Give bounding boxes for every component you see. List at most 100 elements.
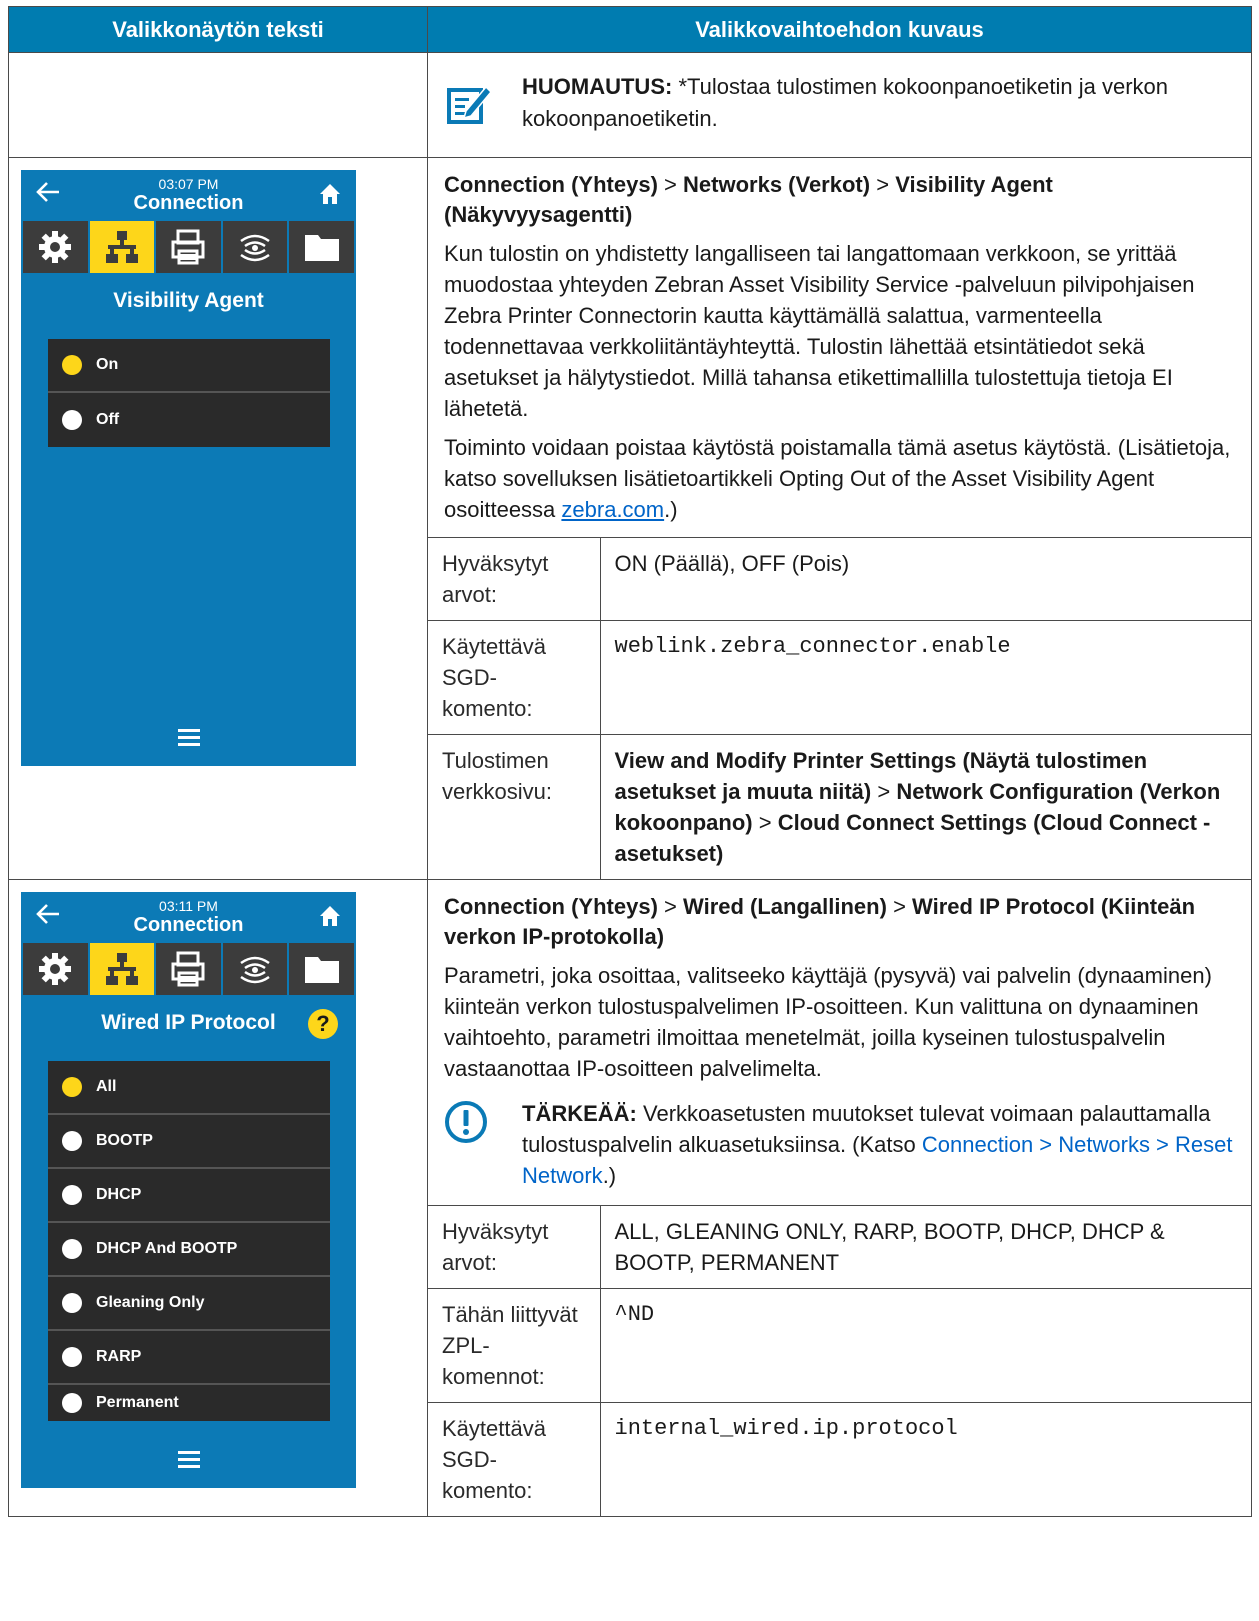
zpl-commands-label: Tähän liittyvät ZPL-komennot: — [428, 1288, 601, 1403]
option-label: RARP — [96, 1348, 142, 1365]
option-all[interactable]: All — [48, 1061, 330, 1115]
sgd-command-label: Käytettävä SGD-komento: — [428, 620, 601, 735]
description: Parametri, joka osoittaa, valitseeko käy… — [444, 963, 1212, 1081]
table-row: Käytettävä SGD-komento: weblink.zebra_co… — [428, 620, 1251, 735]
zebra-link[interactable]: zebra.com — [561, 497, 664, 522]
sgd-command-label: Käytettävä SGD-komento: — [428, 1402, 601, 1516]
tab-print[interactable] — [156, 221, 221, 273]
zpl-command: ^ND — [600, 1288, 1251, 1403]
gear-icon — [39, 231, 72, 263]
gear-icon — [39, 953, 72, 985]
screen-time: 03:07 PM — [158, 176, 219, 192]
description-opt-out: Toiminto voidaan poistaa käytöstä poista… — [444, 435, 1231, 522]
option-bootp[interactable]: BOOTP — [48, 1115, 330, 1169]
screen-tab-bar — [21, 221, 356, 273]
table-row: Hyväksytyt arvot: ON (Päällä), OFF (Pois… — [428, 537, 1251, 621]
note-box: HUOMAUTUS: *Tulostaa tulostimen kokoonpa… — [428, 53, 1251, 149]
screen-time: 03:11 PM — [159, 898, 218, 914]
table-row: Käytettävä SGD-komento: internal_wired.i… — [428, 1402, 1251, 1516]
tab-sensor[interactable] — [222, 943, 288, 995]
empty-cell — [8, 52, 428, 158]
option-on[interactable]: On — [48, 339, 330, 393]
folder-icon — [304, 235, 339, 261]
radio-icon — [62, 410, 82, 430]
printer-web-page-label: Tulostimen verkkosivu: — [428, 734, 601, 879]
tab-connection[interactable] — [89, 943, 155, 995]
sgd-command: internal_wired.ip.protocol — [600, 1402, 1251, 1516]
important-exclamation-icon — [445, 1101, 487, 1143]
description: Kun tulostin on yhdistetty langalliseen … — [444, 241, 1195, 421]
home-icon[interactable] — [318, 904, 342, 928]
option-dhcp-and-bootp[interactable]: DHCP And BOOTP — [48, 1223, 330, 1277]
menu-path: Connection (Yhteys) > Wired (Langallinen… — [444, 894, 1196, 949]
radio-selected-icon — [62, 1077, 82, 1097]
tab-storage[interactable] — [289, 943, 354, 995]
option-rarp[interactable]: RARP — [48, 1331, 330, 1385]
option-list: All BOOTP DHCP DHCP And BOOTP Gleaning O… — [48, 1061, 330, 1421]
table-row: Tulostimen verkkosivu: View and Modify P… — [428, 734, 1251, 879]
tab-sensor[interactable] — [222, 221, 288, 273]
folder-icon — [304, 957, 339, 983]
option-label: Permanent — [96, 1394, 179, 1411]
printer-web-page-path: View and Modify Printer Settings (Näytä … — [600, 734, 1251, 879]
wired-ip-protocol-screen: 03:11 PM Connection Wired IP Protocol ? … — [21, 892, 356, 1488]
radio-icon — [62, 1131, 82, 1151]
menu-path: Connection (Yhteys) > Networks (Verkot) … — [444, 172, 1053, 227]
radio-icon — [62, 1347, 82, 1367]
visibility-agent-screen: 03:07 PM Connection Visibility Agent On … — [21, 170, 356, 766]
header-menu-description: Valikkovaihtoehdon kuvaus — [427, 6, 1252, 53]
visibility-agent-row: 03:07 PM Connection Visibility Agent On … — [8, 157, 1252, 880]
header-menu-text: Valikkonäytön teksti — [8, 6, 428, 53]
option-list: On Off — [48, 339, 330, 447]
screen-title: Connection — [133, 914, 244, 936]
important-label: TÄRKEÄÄ: — [522, 1101, 637, 1126]
help-icon[interactable]: ? — [308, 1009, 338, 1039]
option-off[interactable]: Off — [48, 393, 330, 447]
details-table: Hyväksytyt arvot: ON (Päällä), OFF (Pois… — [428, 537, 1251, 879]
table-row: Tähän liittyvät ZPL-komennot: ^ND — [428, 1288, 1251, 1403]
radio-icon — [62, 1293, 82, 1313]
important-box: TÄRKEÄÄ: Verkkoasetusten muutokset tulev… — [428, 1084, 1251, 1205]
hamburger-menu-icon[interactable] — [21, 725, 356, 750]
printer-icon — [171, 951, 205, 987]
radio-icon — [62, 1239, 82, 1259]
radio-selected-icon — [62, 355, 82, 375]
note-row: HUOMAUTUS: *Tulostaa tulostimen kokoonpa… — [8, 52, 1252, 158]
option-label: Off — [96, 411, 120, 428]
option-label: DHCP And BOOTP — [96, 1240, 238, 1257]
menu-table: Valikkonäytön teksti Valikkovaihtoehdon … — [8, 6, 1252, 1517]
menu-title: Wired IP Protocol? — [21, 1009, 356, 1039]
table-row: Hyväksytyt arvot: ALL, GLEANING ONLY, RA… — [428, 1205, 1251, 1289]
option-dhcp[interactable]: DHCP — [48, 1169, 330, 1223]
option-label: On — [96, 356, 119, 373]
network-icon — [105, 953, 138, 985]
note-label: HUOMAUTUS: — [522, 74, 673, 99]
sensor-icon — [240, 956, 270, 984]
option-label: All — [96, 1078, 117, 1095]
tab-connection[interactable] — [89, 221, 155, 273]
screen-tab-bar — [21, 943, 356, 995]
tab-print[interactable] — [156, 943, 221, 995]
wired-ip-protocol-row: 03:11 PM Connection Wired IP Protocol ? … — [8, 879, 1252, 1517]
tab-settings[interactable] — [23, 943, 88, 995]
note-edit-icon — [447, 85, 492, 124]
accepted-values-label: Hyväksytyt arvot: — [428, 537, 601, 621]
screen-title: Connection — [133, 192, 244, 214]
sensor-icon — [240, 234, 270, 262]
option-label: DHCP — [96, 1186, 142, 1203]
hamburger-menu-icon[interactable] — [21, 1447, 356, 1472]
network-icon — [105, 231, 138, 263]
radio-icon — [62, 1393, 82, 1413]
option-label: BOOTP — [96, 1132, 153, 1149]
option-label: Gleaning Only — [96, 1294, 205, 1311]
details-table: Hyväksytyt arvot: ALL, GLEANING ONLY, RA… — [428, 1205, 1251, 1516]
tab-storage[interactable] — [289, 221, 354, 273]
sgd-command: weblink.zebra_connector.enable — [600, 620, 1251, 735]
option-permanent[interactable]: Permanent — [48, 1385, 330, 1421]
radio-icon — [62, 1185, 82, 1205]
tab-settings[interactable] — [23, 221, 88, 273]
option-gleaning-only[interactable]: Gleaning Only — [48, 1277, 330, 1331]
accepted-values-label: Hyväksytyt arvot: — [428, 1205, 601, 1289]
accepted-values: ALL, GLEANING ONLY, RARP, BOOTP, DHCP, D… — [600, 1205, 1251, 1289]
home-icon[interactable] — [318, 182, 342, 206]
